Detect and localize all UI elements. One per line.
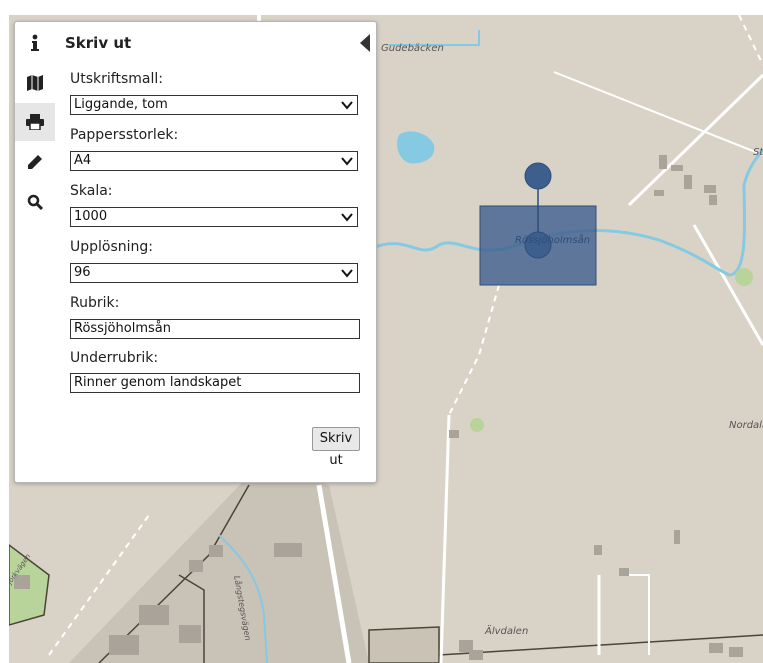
- print-panel: Skriv ut Utskriftsmall: Liggande, tom Pa…: [14, 21, 377, 483]
- pencil-icon: [28, 155, 42, 169]
- map-icon: [27, 75, 43, 91]
- resolution-select[interactable]: 96: [70, 263, 358, 283]
- template-select[interactable]: Liggande, tom: [70, 95, 358, 115]
- green-area: [735, 268, 753, 286]
- chevron-down-icon: [341, 157, 353, 166]
- rotate-handle[interactable]: [524, 162, 552, 190]
- resolution-label: Upplösning:: [70, 239, 154, 255]
- paper-select[interactable]: A4: [70, 151, 358, 171]
- title-label: Rubrik:: [70, 295, 120, 311]
- map-label-stream: Rössjöholmsån: [515, 235, 591, 246]
- chevron-down-icon: [341, 269, 353, 278]
- scale-select[interactable]: 1000: [70, 207, 358, 227]
- title-input[interactable]: Rössjöholmsån: [70, 319, 360, 339]
- panel-title: Skriv ut: [65, 34, 132, 52]
- map-label-gudebacken: Gudebäcken: [381, 43, 444, 54]
- paper-value: A4: [74, 153, 92, 168]
- draw-button[interactable]: [15, 143, 55, 181]
- paper-label: Pappersstorlek:: [70, 127, 179, 143]
- chevron-down-icon: [341, 213, 353, 222]
- green-area: [470, 418, 484, 432]
- map-label-st: St: [753, 147, 763, 158]
- map-button[interactable]: [15, 64, 55, 102]
- panel-sidebar: [15, 22, 55, 482]
- search-icon: [27, 194, 43, 210]
- template-value: Liggande, tom: [74, 97, 168, 112]
- map-label-nordala: Nordala: [729, 420, 763, 431]
- scale-value: 1000: [74, 209, 108, 224]
- print-button[interactable]: Skriv ut: [312, 427, 360, 468]
- map-label-alvdalen: Älvdalen: [485, 626, 529, 637]
- print-button-tab[interactable]: [15, 103, 55, 141]
- template-label: Utskriftsmall:: [70, 71, 163, 87]
- subtitle-label: Underrubrik:: [70, 350, 159, 366]
- info-icon: [31, 34, 39, 51]
- collapse-panel-icon[interactable]: [360, 34, 370, 52]
- subtitle-input[interactable]: Rinner genom landskapet: [70, 373, 360, 393]
- parcel: [368, 626, 440, 663]
- resolution-value: 96: [74, 265, 91, 280]
- search-button[interactable]: [15, 183, 55, 221]
- scale-label: Skala:: [70, 183, 113, 199]
- info-button[interactable]: [15, 24, 55, 62]
- print-icon: [26, 114, 44, 130]
- chevron-down-icon: [341, 101, 353, 110]
